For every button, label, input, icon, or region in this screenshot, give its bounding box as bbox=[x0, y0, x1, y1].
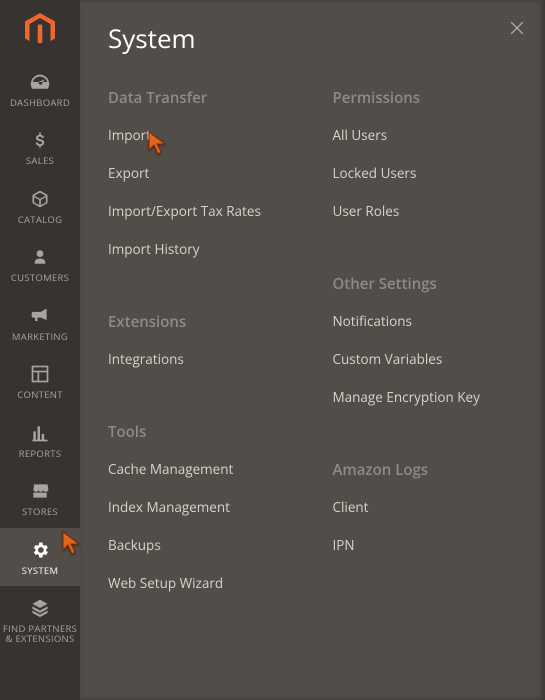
section-permissions: Permissions bbox=[333, 88, 518, 108]
link-import-history[interactable]: Import History bbox=[108, 240, 293, 258]
link-notifications[interactable]: Notifications bbox=[333, 312, 518, 330]
link-backups[interactable]: Backups bbox=[108, 536, 293, 554]
dashboard-icon bbox=[29, 71, 51, 93]
link-import[interactable]: Import bbox=[108, 126, 293, 144]
nav-dashboard[interactable]: DASHBOARD bbox=[0, 60, 80, 118]
panel-title: System bbox=[108, 20, 517, 56]
megaphone-icon bbox=[30, 305, 50, 327]
nav-label: SYSTEM bbox=[22, 566, 59, 576]
section-tools: Tools bbox=[108, 422, 293, 442]
system-submenu-panel: System Data Transfer Import Export Impor… bbox=[80, 0, 545, 700]
link-cache-management[interactable]: Cache Management bbox=[108, 460, 293, 478]
cube-icon bbox=[30, 188, 50, 210]
nav-label: CATALOG bbox=[18, 215, 63, 225]
gear-icon bbox=[30, 539, 50, 561]
store-icon bbox=[30, 480, 50, 502]
section-other-settings: Other Settings bbox=[333, 274, 518, 294]
link-ipn[interactable]: IPN bbox=[333, 536, 518, 554]
nav-label: CONTENT bbox=[17, 390, 63, 400]
nav-label: MARKETING bbox=[12, 332, 68, 342]
nav-label: CUSTOMERS bbox=[11, 273, 69, 283]
magento-logo[interactable] bbox=[0, 0, 80, 60]
link-web-setup-wizard[interactable]: Web Setup Wizard bbox=[108, 574, 293, 592]
nav-customers[interactable]: CUSTOMERS bbox=[0, 235, 80, 293]
nav-sales[interactable]: SALES bbox=[0, 118, 80, 176]
right-column: Permissions All Users Locked Users User … bbox=[333, 82, 518, 612]
nav-content[interactable]: CONTENT bbox=[0, 352, 80, 410]
close-button[interactable] bbox=[507, 18, 527, 43]
link-custom-variables[interactable]: Custom Variables bbox=[333, 350, 518, 368]
nav-system[interactable]: SYSTEM bbox=[0, 528, 80, 586]
nav-marketing[interactable]: MARKETING bbox=[0, 294, 80, 352]
link-import-export-tax-rates[interactable]: Import/Export Tax Rates bbox=[108, 202, 293, 220]
nav-label: FIND PARTNERS & EXTENSIONS bbox=[3, 624, 77, 645]
link-user-roles[interactable]: User Roles bbox=[333, 202, 518, 220]
nav-label: SALES bbox=[26, 156, 54, 166]
person-icon bbox=[31, 246, 49, 268]
layout-icon bbox=[30, 363, 50, 385]
partners-icon bbox=[30, 597, 50, 619]
link-integrations[interactable]: Integrations bbox=[108, 350, 293, 368]
section-amazon-logs: Amazon Logs bbox=[333, 460, 518, 480]
left-column: Data Transfer Import Export Import/Expor… bbox=[108, 82, 293, 612]
link-client[interactable]: Client bbox=[333, 498, 518, 516]
nav-reports[interactable]: REPORTS bbox=[0, 411, 80, 469]
nav-stores[interactable]: STORES bbox=[0, 469, 80, 527]
nav-label: STORES bbox=[22, 507, 58, 517]
link-export[interactable]: Export bbox=[108, 164, 293, 182]
chart-icon bbox=[30, 422, 50, 444]
nav-label: REPORTS bbox=[19, 449, 62, 459]
nav-find-partners[interactable]: FIND PARTNERS & EXTENSIONS bbox=[0, 586, 80, 655]
nav-catalog[interactable]: CATALOG bbox=[0, 177, 80, 235]
section-data-transfer: Data Transfer bbox=[108, 88, 293, 108]
nav-label: DASHBOARD bbox=[10, 98, 70, 108]
link-manage-encryption-key[interactable]: Manage Encryption Key bbox=[333, 388, 518, 406]
admin-sidebar: DASHBOARD SALES CATALOG CUSTOMERS MARKET… bbox=[0, 0, 80, 700]
dollar-icon bbox=[30, 129, 50, 151]
link-index-management[interactable]: Index Management bbox=[108, 498, 293, 516]
section-extensions: Extensions bbox=[108, 312, 293, 332]
link-locked-users[interactable]: Locked Users bbox=[333, 164, 518, 182]
link-all-users[interactable]: All Users bbox=[333, 126, 518, 144]
